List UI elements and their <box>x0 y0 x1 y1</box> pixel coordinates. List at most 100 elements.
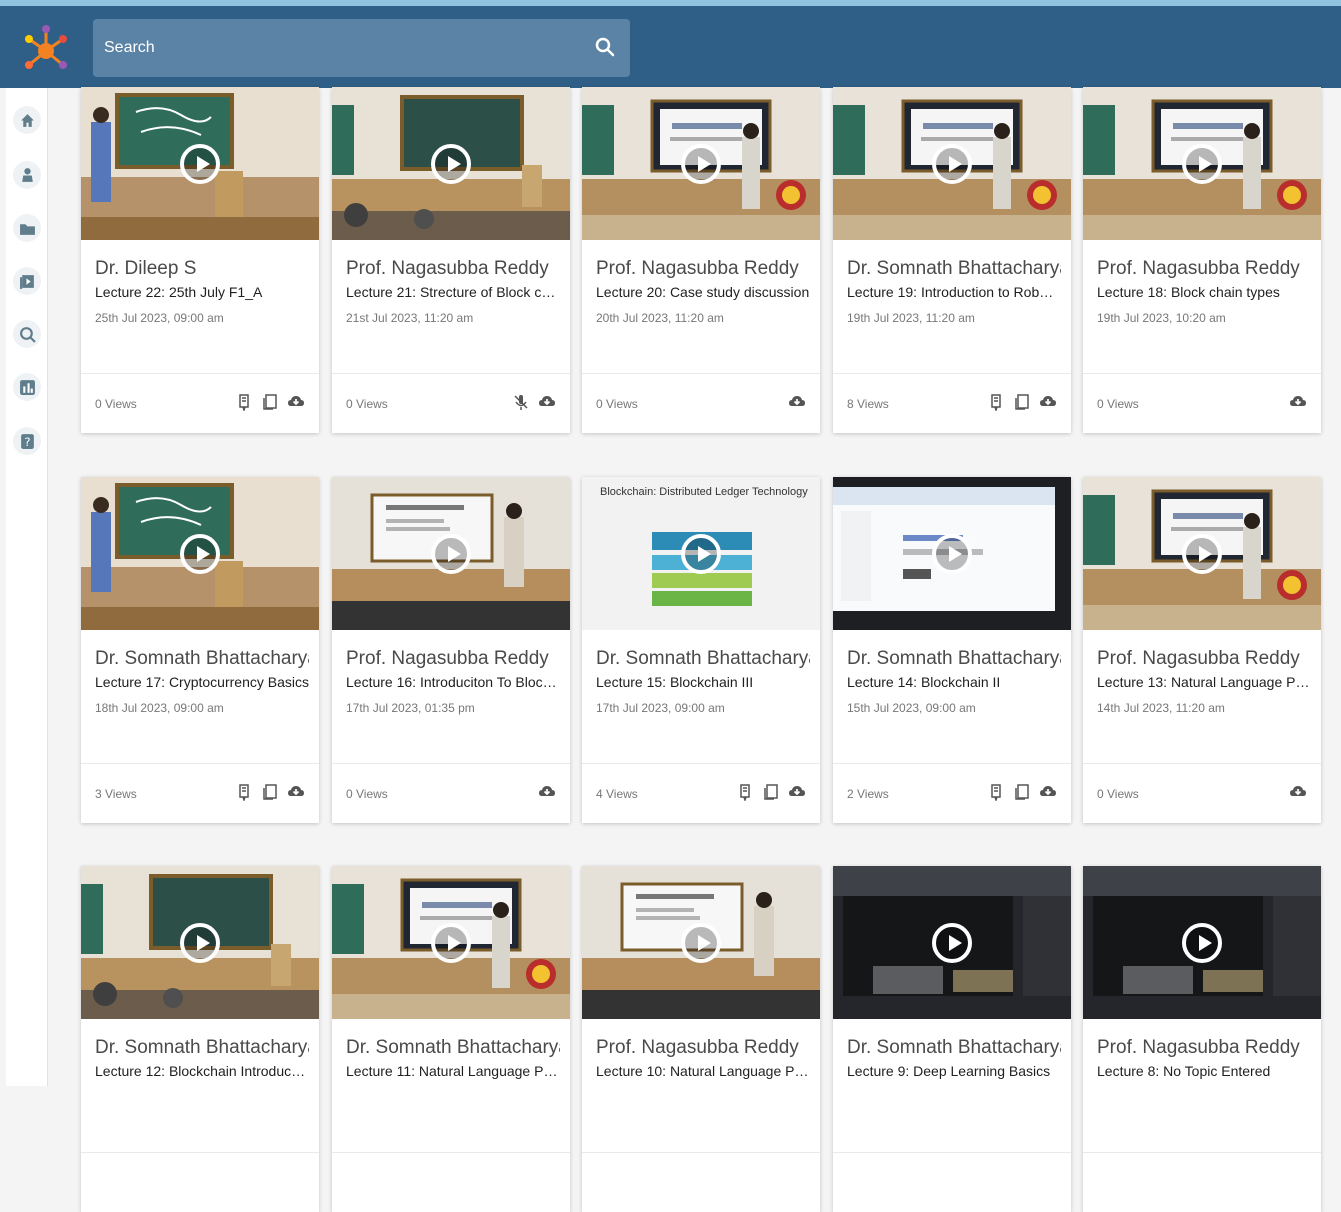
cloud-download-icon[interactable] <box>1289 392 1307 412</box>
lecture-thumbnail[interactable] <box>833 87 1071 240</box>
card-actions <box>788 392 806 412</box>
cloud-download-icon[interactable] <box>538 782 556 802</box>
lecture-card[interactable]: Prof. Nagasubba Reddy Lecture 16: Introd… <box>332 477 570 823</box>
play-icon[interactable] <box>431 534 471 574</box>
notes-icon[interactable] <box>987 392 1005 412</box>
lecture-card[interactable]: Prof. Nagasubba Reddy Lecture 10: Natura… <box>582 866 820 1212</box>
copy-icon[interactable] <box>261 782 279 802</box>
lecture-thumbnail[interactable] <box>582 87 820 240</box>
view-count: 4 Views <box>596 787 638 801</box>
lecture-card[interactable]: Dr. Somnath Bhattacharya Lecture 9: Deep… <box>833 866 1071 1212</box>
lecture-card[interactable]: Dr. Somnath Bhattacharya Lecture 14: Blo… <box>833 477 1071 823</box>
cloud-download-icon[interactable] <box>1289 782 1307 802</box>
lecture-card[interactable]: Prof. Nagasubba Reddy Lecture 8: No Topi… <box>1083 866 1321 1212</box>
play-icon[interactable] <box>1182 923 1222 963</box>
card-divider <box>833 373 1071 374</box>
search-bar[interactable]: Search <box>93 19 630 77</box>
play-icon[interactable] <box>1182 534 1222 574</box>
lecture-speaker: Prof. Nagasubba Reddy <box>596 1037 799 1058</box>
play-icon[interactable] <box>681 144 721 184</box>
play-icon[interactable] <box>180 923 220 963</box>
cloud-download-icon[interactable] <box>788 782 806 802</box>
lecture-speaker: Dr. Somnath Bhattacharya <box>346 1037 560 1058</box>
lecture-thumbnail[interactable] <box>81 87 319 240</box>
lecture-card[interactable]: Dr. Somnath Bhattacharya Lecture 12: Blo… <box>81 866 319 1212</box>
play-icon[interactable] <box>681 534 721 574</box>
lecture-date: 17th Jul 2023, 09:00 am <box>596 701 725 715</box>
lecture-title: Lecture 21: Strecture of Block chain <box>346 284 560 300</box>
lecture-thumbnail[interactable] <box>332 87 570 240</box>
person-icon[interactable] <box>13 161 41 189</box>
lecture-card[interactable]: Dr. Somnath Bhattacharya Lecture 19: Int… <box>833 87 1071 433</box>
lecture-thumbnail[interactable] <box>81 866 319 1019</box>
lecture-thumbnail[interactable] <box>81 477 319 630</box>
cloud-download-icon[interactable] <box>538 392 556 412</box>
lecture-speaker: Dr. Somnath Bhattacharya <box>847 648 1061 669</box>
cloud-download-icon[interactable] <box>1039 392 1057 412</box>
lecture-thumbnail[interactable] <box>1083 866 1321 1019</box>
lecture-date: 19th Jul 2023, 10:20 am <box>1097 311 1226 325</box>
top-navigation: Search <box>0 0 1341 88</box>
home-icon[interactable] <box>13 106 41 134</box>
copy-icon[interactable] <box>1013 782 1031 802</box>
lecture-card[interactable]: Dr. Somnath Bhattacharya Lecture 17: Cry… <box>81 477 319 823</box>
lecture-title: Lecture 18: Block chain types <box>1097 284 1280 300</box>
cloud-download-icon[interactable] <box>1039 782 1057 802</box>
lecture-title: Lecture 8: No Topic Entered <box>1097 1063 1271 1079</box>
lecture-thumbnail[interactable] <box>332 866 570 1019</box>
cloud-download-icon[interactable] <box>788 392 806 412</box>
lecture-thumbnail[interactable]: Blockchain: Distributed Ledger Technolog… <box>582 477 820 630</box>
lecture-thumbnail[interactable] <box>332 477 570 630</box>
play-icon[interactable] <box>180 534 220 574</box>
lecture-title: Lecture 19: Introduction to Roboti... <box>847 284 1061 300</box>
card-divider <box>81 1152 319 1153</box>
card-actions <box>736 782 806 802</box>
search-icon[interactable] <box>13 320 41 348</box>
play-icon[interactable] <box>1182 144 1222 184</box>
card-divider <box>582 373 820 374</box>
notes-icon[interactable] <box>235 392 253 412</box>
cloud-download-icon[interactable] <box>287 392 305 412</box>
notes-icon[interactable] <box>736 782 754 802</box>
play-icon[interactable] <box>932 923 972 963</box>
copy-icon[interactable] <box>762 782 780 802</box>
card-divider <box>81 373 319 374</box>
lecture-card[interactable]: Dr. Somnath Bhattacharya Lecture 11: Nat… <box>332 866 570 1212</box>
notes-icon[interactable] <box>987 782 1005 802</box>
lecture-card[interactable]: Dr. Dileep S Lecture 22: 25th July F1_A … <box>81 87 319 433</box>
play-icon[interactable] <box>431 923 471 963</box>
lecture-title: Lecture 17: Cryptocurrency Basics <box>95 674 309 690</box>
lecture-card[interactable]: Prof. Nagasubba Reddy Lecture 18: Block … <box>1083 87 1321 433</box>
play-icon[interactable] <box>431 144 471 184</box>
play-icon[interactable] <box>932 534 972 574</box>
lecture-title: Lecture 15: Blockchain III <box>596 674 754 690</box>
play-icon[interactable] <box>180 144 220 184</box>
notes-icon[interactable] <box>235 782 253 802</box>
help-icon[interactable]: ? <box>13 427 41 455</box>
folder-icon[interactable] <box>13 214 41 242</box>
lecture-thumbnail[interactable] <box>582 866 820 1019</box>
lecture-thumbnail[interactable] <box>1083 87 1321 240</box>
lecture-thumbnail[interactable] <box>833 866 1071 1019</box>
search-input[interactable]: Search <box>104 39 155 57</box>
view-count: 0 Views <box>346 787 388 801</box>
cloud-download-icon[interactable] <box>287 782 305 802</box>
lecture-card[interactable]: Prof. Nagasubba Reddy Lecture 13: Natura… <box>1083 477 1321 823</box>
sunburst-logo[interactable] <box>22 23 70 79</box>
mic-off-icon[interactable] <box>512 392 530 412</box>
play-icon[interactable] <box>681 923 721 963</box>
lecture-speaker: Prof. Nagasubba Reddy <box>1097 258 1300 279</box>
thumbnail-slide-title: Blockchain: Distributed Ledger Technolog… <box>600 486 808 498</box>
lecture-card[interactable]: Prof. Nagasubba Reddy Lecture 20: Case s… <box>582 87 820 433</box>
search-icon[interactable] <box>595 37 615 57</box>
copy-icon[interactable] <box>1013 392 1031 412</box>
lecture-card[interactable]: Blockchain: Distributed Ledger Technolog… <box>582 477 820 823</box>
copy-icon[interactable] <box>261 392 279 412</box>
lecture-thumbnail[interactable] <box>833 477 1071 630</box>
lecture-card[interactable]: Prof. Nagasubba Reddy Lecture 21: Strect… <box>332 87 570 433</box>
video-library-icon[interactable] <box>13 267 41 295</box>
play-icon[interactable] <box>932 144 972 184</box>
lecture-title: Lecture 10: Natural Language Pro... <box>596 1063 810 1079</box>
lecture-thumbnail[interactable] <box>1083 477 1321 630</box>
analytics-icon[interactable] <box>13 373 41 401</box>
